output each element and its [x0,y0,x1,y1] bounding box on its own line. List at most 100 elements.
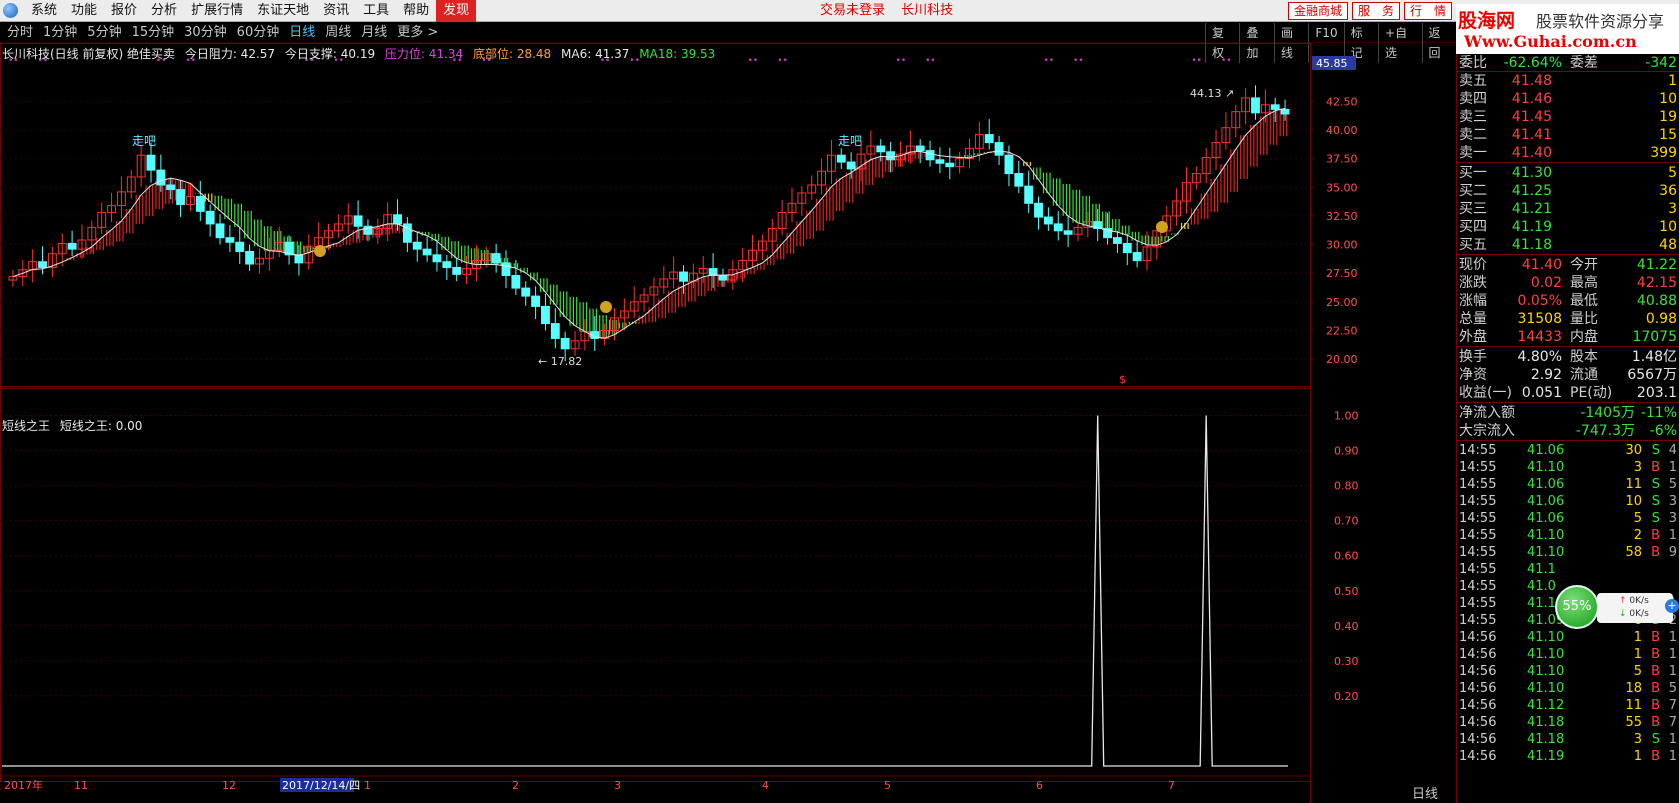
top-button-2[interactable]: 行 情 [1404,2,1453,20]
ask-volume: 10 [1659,91,1677,107]
speed-percent[interactable]: 55% [1555,585,1599,629]
candle-body [245,250,255,265]
network-speed-widget[interactable]: 55% ↑ 0K/s ↓ 0K/s + [1555,585,1679,629]
period-tab-0[interactable]: 分时 [2,23,38,43]
menu-item-8[interactable]: 帮助 [396,0,436,22]
tick-direction: B [1651,460,1660,475]
menu-item-4[interactable]: 扩展行情 [184,0,250,22]
period-tab-2[interactable]: 5分钟 [82,23,126,43]
stat-value: 41.40 [1521,257,1562,273]
chart-svg[interactable]: 45.85 20.00 22.50 25.00 27.50 30.00 32.50 35.00… [0,43,1456,803]
tick-direction: S [1651,477,1660,492]
tick-time: 14:56 [1459,732,1497,747]
tick-price: 41.0 [1527,579,1556,594]
tick-count: 1 [1668,732,1677,747]
tick-time: 14:56 [1459,681,1497,696]
tick-count: 1 [1668,749,1677,764]
menu-item-5[interactable]: 东证天地 [250,0,316,22]
stat2-value: 4.80% [1517,349,1562,365]
period-tab-6[interactable]: 日线 [284,23,320,43]
x-tick-label: 12 [222,779,236,792]
period-tab-7[interactable]: 周线 [320,23,356,43]
period-tab-5[interactable]: 60分钟 [232,23,285,43]
menu-item-6[interactable]: 资讯 [316,0,356,22]
stat2-label: 收益(一) [1459,385,1512,401]
sub-frame [0,388,1311,782]
tick-volume: 55 [1625,715,1642,730]
ask-price[interactable]: 41.45 [1512,108,1552,127]
tick-price: 41.06 [1527,443,1565,458]
bottom-period-tab[interactable]: 日线 [1412,783,1438,802]
main-title: 长川科技(日线 前复权) 绝佳买卖 [2,47,175,61]
tick-direction: B [1651,749,1660,764]
ask-price[interactable]: 41.41 [1512,126,1552,145]
bid-label: 买三 [1459,201,1487,217]
tick-direction: S [1651,443,1660,458]
top-button-0[interactable]: 金融商城 [1288,2,1349,20]
tick-row: 14:55 41.06 10 S 3 [1457,493,1679,510]
plus-icon[interactable]: + [1665,599,1679,613]
candle-body [531,295,541,307]
candle-body [1004,154,1014,175]
tick-count: 5 [1668,681,1677,696]
stat-value: 0.02 [1530,275,1562,291]
sub-y-tick-label: 0.90 [1334,445,1359,458]
candle-body [1014,173,1024,187]
menu-item-2[interactable]: 报价 [104,0,144,22]
tick-time: 14:56 [1459,630,1497,645]
bid-label: 买四 [1459,219,1487,235]
money-bag-icon [1156,221,1168,233]
tick-count: 3 [1668,511,1677,526]
tick-row: 14:55 41.10 58 B 9 [1457,544,1679,561]
bid-price[interactable]: 41.30 [1512,164,1552,183]
upload-arrow-icon: ↑ [1619,596,1630,606]
menu-item-0[interactable]: 系统 [24,0,64,22]
y-tick-label: 25.00 [1326,296,1358,309]
stat-label-2: 量比 [1570,311,1598,327]
tick-price: 41.12 [1527,698,1565,713]
signal-dot: •• [748,56,759,66]
candle-body [886,151,896,161]
period-tab-3[interactable]: 15分钟 [127,23,180,43]
bid-price[interactable]: 41.25 [1512,182,1552,201]
tick-time: 14:56 [1459,647,1497,662]
period-tab-4[interactable]: 30分钟 [179,23,232,43]
stat-value-2: 0.98 [1645,311,1677,327]
period-tab-8[interactable]: 月线 [356,23,392,43]
ask-price[interactable]: 41.40 [1512,144,1552,163]
tick-time: 14:55 [1459,443,1497,458]
tick-count: 5 [1668,477,1677,492]
period-tab-9[interactable]: 更多 > [392,23,443,43]
bid-price[interactable]: 41.18 [1512,236,1552,255]
pressure-label: 压力位: 41.34 [384,47,464,61]
tick-direction: B [1651,545,1660,560]
login-status[interactable]: 交易未登录 [820,3,885,18]
top-button-1[interactable]: 服 务 [1352,2,1401,20]
chart-area[interactable]: 45.85 20.00 22.50 25.00 27.50 30.00 32.50 35.00… [0,43,1456,803]
bid-price[interactable]: 41.19 [1512,218,1552,237]
tick-price: 41.10 [1527,545,1565,560]
stat-value-2: 17075 [1632,329,1677,345]
tick-row: 14:56 41.10 1 B 1 [1457,646,1679,663]
menu-item-1[interactable]: 功能 [64,0,104,22]
annotation-high: 44.13 ↗ [1190,87,1234,100]
annotation-go-1: 走吧 [132,134,156,148]
tick-direction: B [1651,664,1660,679]
tick-direction: B [1651,715,1660,730]
tick-volume: 10 [1625,494,1642,509]
tick-time: 14:55 [1459,511,1497,526]
menu-item-3[interactable]: 分析 [144,0,184,22]
menu-item-7[interactable]: 工具 [356,0,396,22]
quote-row: 涨幅 0.05% 最低 40.88 [1457,292,1679,311]
period-tab-1[interactable]: 1分钟 [38,23,82,43]
candle-body [521,287,531,297]
menu-item-9[interactable]: 发现 [436,0,477,22]
tick-price: 41.10 [1527,630,1565,645]
bid-price[interactable]: 41.21 [1512,200,1552,219]
ask-price[interactable]: 41.48 [1512,72,1552,91]
ask-price[interactable]: 41.46 [1512,90,1552,109]
tick-row: 14:55 41.10 2 B 1 [1457,527,1679,544]
tick-direction: B [1651,528,1660,543]
candle-body [511,274,521,289]
candle-body [679,271,688,282]
